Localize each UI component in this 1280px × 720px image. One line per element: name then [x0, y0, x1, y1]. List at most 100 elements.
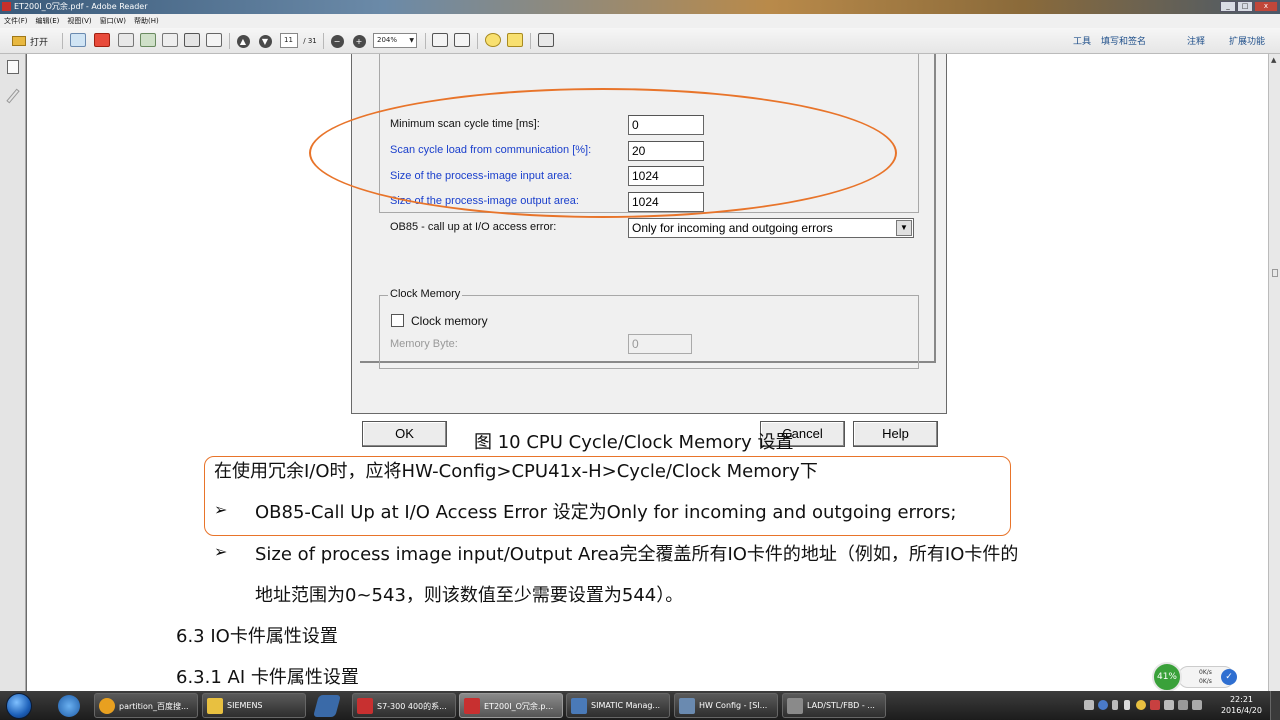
network-speed-widget[interactable]: 0K/s 0K/s ✓ 41% — [1152, 662, 1238, 692]
help-tray-icon[interactable] — [1098, 700, 1108, 710]
extended-link[interactable]: 扩展功能 — [1229, 34, 1265, 47]
menu-file[interactable]: 文件(F) — [4, 16, 28, 26]
print-icon[interactable] — [184, 33, 200, 47]
taskbar-item[interactable]: partition_百度搜... — [94, 693, 198, 718]
system-tray: 22:21 2016/4/20 — [1080, 691, 1280, 720]
memory-percent: 41% — [1152, 662, 1182, 692]
taskbar-item-label: SIMATIC Manag... — [591, 701, 661, 710]
folder-icon — [11, 36, 26, 46]
minimize-button[interactable]: _ — [1220, 1, 1236, 12]
zoom-in-button[interactable]: + — [352, 33, 366, 49]
window-controls: _ □ x — [1220, 1, 1278, 12]
upload-speed: 0K/s — [1199, 669, 1212, 676]
taskbar-item-active[interactable]: ET200I_O冗余.p... — [459, 693, 563, 718]
taskbar-item[interactable]: SIEMENS — [202, 693, 306, 718]
email-icon[interactable] — [206, 33, 222, 47]
toolbar-divider — [323, 33, 324, 49]
clock-time: 22:21 — [1229, 695, 1254, 704]
open-button[interactable]: 打开 — [6, 33, 54, 49]
menu-help[interactable]: 帮助(H) — [134, 16, 159, 26]
comment-icon[interactable] — [485, 33, 501, 47]
ob85-select: Only for incoming and outgoing errors ▼ — [628, 218, 914, 238]
plus-icon: + — [352, 34, 366, 48]
cpu-properties-dialog-image: Minimum scan cycle time [ms]: 0 Scan cyc… — [351, 54, 947, 447]
menu-view[interactable]: 视图(V) — [67, 16, 91, 26]
taskbar-item-label: partition_百度搜... — [119, 702, 189, 711]
next-page-button[interactable]: ▼ — [258, 33, 272, 49]
page-number-input[interactable]: 11 — [280, 33, 298, 48]
menu-window[interactable]: 窗口(W) — [100, 16, 126, 26]
bullet-2-text: Size of process image input/Output Area完… — [255, 544, 1019, 565]
pdf-icon — [464, 698, 480, 714]
bullet-arrow-icon: ➢ — [214, 500, 228, 519]
edit-icon[interactable] — [118, 33, 134, 47]
zoom-out-button[interactable]: − — [330, 33, 344, 49]
clock-memory-group-title: Clock Memory — [388, 288, 463, 300]
tools-link[interactable]: 工具 — [1073, 34, 1091, 47]
arrow-down-icon: ▼ — [258, 34, 272, 48]
page-thumbnails-icon[interactable] — [7, 60, 19, 74]
taskbar-item[interactable]: SIMATIC Manag... — [566, 693, 670, 718]
security-icon[interactable] — [1136, 700, 1146, 710]
close-button[interactable]: x — [1254, 1, 1278, 12]
keyboard-icon[interactable] — [1084, 700, 1094, 710]
page-total: / 31 — [303, 37, 317, 45]
tray-arrow-icon[interactable] — [1124, 700, 1130, 710]
memory-byte-input: 0 — [628, 334, 692, 354]
create-pdf-icon[interactable] — [70, 33, 86, 47]
volume-icon[interactable] — [1192, 700, 1202, 710]
start-button[interactable] — [6, 693, 32, 719]
hw-config-icon — [679, 698, 695, 714]
taskbar-item[interactable]: S7-300 400的系... — [352, 693, 456, 718]
speed-panel: 0K/s 0K/s ✓ — [1178, 666, 1237, 688]
pi-input-field: 1024 — [628, 166, 704, 186]
scroll-grip[interactable] — [1272, 269, 1278, 277]
menu-edit[interactable]: 编辑(E) — [36, 16, 60, 26]
highlight-icon[interactable] — [507, 33, 523, 47]
toolbar: 打开 ▲ ▼ 11 / 31 − + 204% ▼ 工具 填写和签名 注释 扩展… — [0, 28, 1280, 54]
section-heading-6-3: 6.3 IO卡件属性设置 — [176, 626, 338, 647]
zoom-value: 204% — [377, 36, 398, 44]
download-speed: 0K/s — [1199, 678, 1212, 685]
fill-sign-link[interactable]: 填写和签名 — [1101, 34, 1146, 47]
toolbar-divider — [229, 33, 230, 49]
app-quicklaunch-icon[interactable] — [313, 695, 341, 717]
pi-output-label: Size of the process-image output area: — [390, 195, 579, 207]
save-icon[interactable] — [162, 33, 178, 47]
taskbar-item[interactable]: HW Config - [SI... — [674, 693, 778, 718]
arrow-up-icon: ▲ — [236, 34, 250, 48]
pi-output-field: 1024 — [628, 192, 704, 212]
comment-link[interactable]: 注释 — [1187, 34, 1205, 47]
browser-icon — [99, 698, 115, 714]
clock[interactable]: 22:21 2016/4/20 — [1221, 694, 1262, 716]
pdf-convert-icon[interactable] — [94, 33, 110, 47]
adobe-reader-icon — [2, 2, 11, 11]
taskbar-item[interactable]: LAD/STL/FBD - ... — [782, 693, 886, 718]
fit-page-icon[interactable] — [432, 33, 448, 47]
accelerate-icon[interactable]: ✓ — [1221, 669, 1237, 685]
cloud-icon[interactable] — [140, 33, 156, 47]
attachment-icon[interactable] — [6, 88, 20, 104]
ie-icon[interactable] — [58, 695, 80, 717]
dialog-content: Minimum scan cycle time [ms]: 0 Scan cyc… — [360, 54, 936, 369]
signal-icon[interactable] — [1178, 700, 1188, 710]
expand-icon[interactable] — [538, 33, 554, 47]
lock-icon[interactable] — [1112, 700, 1118, 710]
fit-width-icon[interactable] — [454, 33, 470, 47]
taskbar-item-label: ET200I_O冗余.p... — [484, 702, 554, 711]
flag-icon[interactable] — [1150, 700, 1160, 710]
network-icon[interactable] — [1164, 700, 1174, 710]
vertical-scrollbar[interactable]: ▲ — [1268, 54, 1280, 691]
scroll-up-icon[interactable]: ▲ — [1271, 56, 1276, 64]
maximize-button[interactable]: □ — [1237, 1, 1253, 12]
figure-caption: 图 10 CPU Cycle/Clock Memory 设置 — [474, 432, 794, 453]
min-scan-input: 0 — [628, 115, 704, 135]
section-heading-6-3-1: 6.3.1 AI 卡件属性设置 — [176, 667, 359, 688]
prev-page-button[interactable]: ▲ — [236, 33, 250, 49]
scan-load-input: 20 — [628, 141, 704, 161]
zoom-select[interactable]: 204% ▼ — [373, 33, 417, 48]
clock-date: 2016/4/20 — [1220, 706, 1262, 715]
taskbar-item-label: LAD/STL/FBD - ... — [807, 701, 875, 710]
show-desktop-button[interactable] — [1270, 691, 1280, 720]
toolbar-divider — [477, 33, 478, 49]
